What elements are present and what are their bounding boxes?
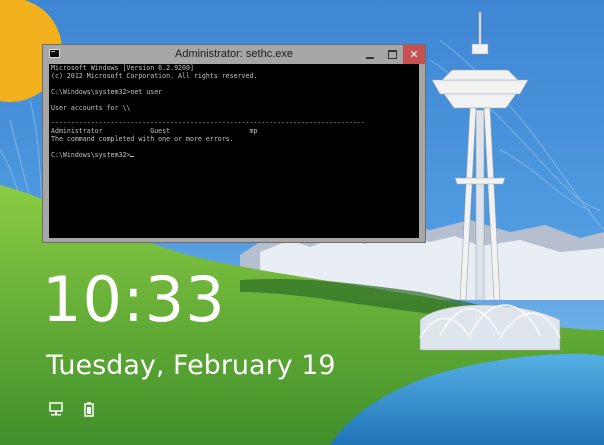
close-icon: ✕ (409, 48, 419, 61)
console-prompt[interactable]: C:\Windows\system32> (51, 151, 130, 159)
minimize-button[interactable] (359, 45, 381, 64)
console-line: C:\Windows\system32>net user (51, 87, 163, 96)
maximize-button[interactable] (381, 45, 403, 64)
console-line: Microsoft Windows [Version 6.2.9200] (51, 64, 194, 72)
lock-screen-time: 10:33 (42, 263, 226, 336)
minimize-icon (366, 56, 374, 59)
window-titlebar[interactable]: Administrator: sethc.exe ✕ (43, 45, 425, 64)
console-line: User accounts for \\ (51, 103, 131, 112)
lock-screen: Administrator: sethc.exe ✕ Microsoft Win… (0, 0, 604, 445)
command-prompt-window[interactable]: Administrator: sethc.exe ✕ Microsoft Win… (42, 44, 426, 243)
console-line: (c) 2012 Microsoft Corporation. All righ… (51, 71, 258, 80)
lock-screen-date: Tuesday, February 19 (46, 350, 336, 381)
console-line: Administrator Guest mp (51, 127, 258, 136)
maximize-icon (387, 50, 397, 59)
console-line: ----------------------------------------… (51, 119, 365, 128)
close-button[interactable]: ✕ (403, 45, 425, 64)
network-icon[interactable] (48, 401, 66, 417)
console-line: The command completed with one or more e… (51, 135, 234, 144)
console-output[interactable]: Microsoft Windows [Version 6.2.9200] (c)… (49, 64, 419, 238)
battery-icon[interactable] (80, 401, 98, 417)
text-cursor (130, 155, 135, 157)
